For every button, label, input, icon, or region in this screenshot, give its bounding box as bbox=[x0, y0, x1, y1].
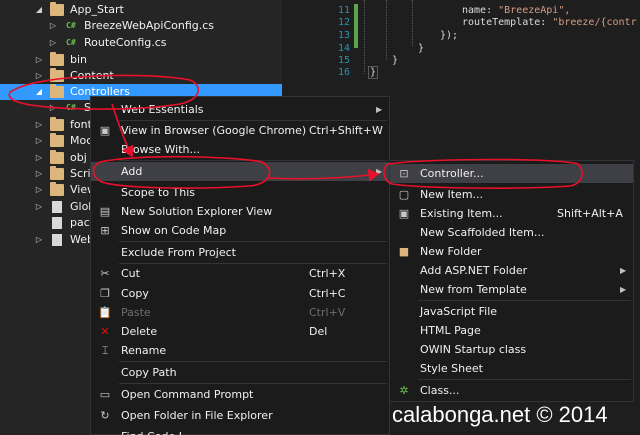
annotation-circle-controller bbox=[383, 158, 583, 189]
annotation-overlay bbox=[8, 74, 583, 189]
annotation-circle-add bbox=[92, 155, 271, 189]
watermark: calabonga.net © 2014 bbox=[392, 402, 608, 427]
annotation-circle-controllers bbox=[8, 74, 200, 110]
annotation-arrow-down bbox=[111, 103, 134, 158]
annotation-arrow-right bbox=[267, 168, 380, 182]
